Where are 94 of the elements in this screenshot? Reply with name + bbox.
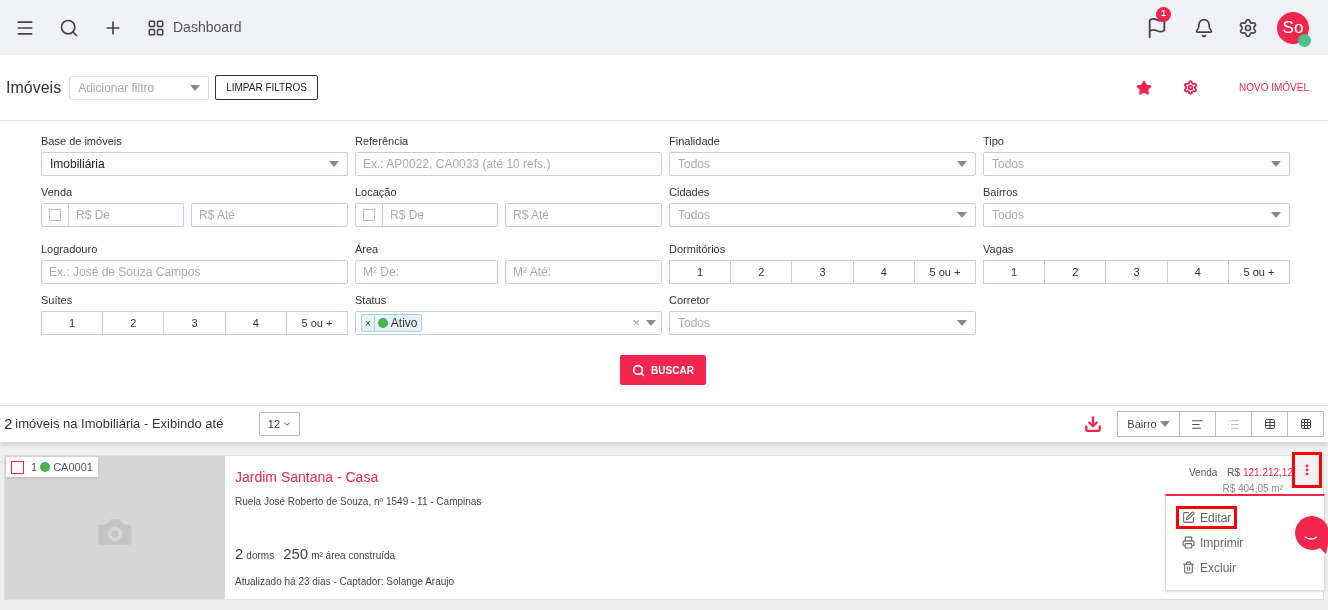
area-unit: m² área construída [311, 548, 396, 563]
property-address: Ruela José Roberto de Souza, nº 1549 - 11 - Campinas [235, 495, 483, 509]
property-number: 1 [31, 459, 38, 475]
edit-icon [1182, 511, 1195, 524]
field-label: Venda [41, 186, 74, 199]
caret-icon [190, 84, 201, 91]
caret-icon [646, 320, 656, 326]
option-button[interactable]: 2 [102, 311, 165, 335]
option-button[interactable]: 3 [1105, 260, 1168, 284]
trash-icon [1182, 561, 1195, 574]
text-field[interactable]: Ex.: AP0022, CA0033 (até 10 refs.) [355, 152, 662, 176]
field-label: Logradouro [41, 243, 99, 256]
search-button[interactable]: BUSCAR [620, 355, 706, 385]
dashboard-link[interactable]: Dashboard [147, 17, 242, 38]
field-label: Locação [355, 186, 398, 199]
caret-icon [957, 212, 967, 218]
notification-badge: 1 [1156, 6, 1171, 22]
caret-icon [957, 320, 967, 326]
flag-icon[interactable] [1146, 16, 1168, 39]
field-label: Status [355, 294, 388, 307]
option-button[interactable]: 3 [791, 260, 854, 284]
field-label: Suítes [41, 294, 74, 307]
menu-item[interactable]: Editar [1176, 506, 1238, 529]
field-label: Finalidade [669, 135, 721, 148]
new-property-button[interactable]: NOVO IMÓVEL [1239, 80, 1309, 95]
grid-view-button[interactable] [1287, 411, 1324, 437]
option-button[interactable]: 5 ou + [285, 311, 348, 335]
option-button[interactable]: 4 [1166, 260, 1229, 284]
property-title[interactable]: Jardim Santana - Casa [235, 467, 379, 488]
table-icon [1263, 418, 1276, 430]
settings-icon[interactable] [1183, 80, 1198, 95]
checkbox[interactable] [363, 209, 375, 221]
chat-bubble-icon[interactable] [1294, 516, 1328, 554]
page-title: Imóveis [6, 77, 62, 98]
caret-icon [1159, 421, 1170, 427]
dorms-unit: dorms [246, 548, 275, 563]
status-select[interactable]: × Ativo × [355, 311, 662, 335]
grid-icon [1299, 418, 1312, 430]
menu-item[interactable]: Imprimir [1176, 531, 1250, 554]
option-button[interactable]: 4 [224, 311, 287, 335]
caret-icon [329, 161, 339, 167]
field-label: Dormitórios [669, 243, 727, 256]
option-button[interactable]: 4 [852, 260, 915, 284]
settings-icon[interactable] [1238, 17, 1258, 38]
download-icon[interactable] [1084, 415, 1102, 433]
star-icon[interactable] [1136, 79, 1152, 96]
field-label: Referência [355, 135, 410, 148]
results-summary: imóveis na Imobiliária - Exibindo até [15, 415, 224, 434]
select-field[interactable]: Imobiliária [41, 152, 348, 176]
search-icon [632, 363, 646, 377]
status-tag[interactable]: × Ativo [361, 314, 422, 332]
dorms-count: 2 [235, 543, 244, 564]
option-button[interactable]: 2 [1044, 260, 1107, 284]
option-button[interactable]: 1 [41, 311, 104, 335]
checkbox[interactable] [11, 460, 24, 474]
bell-icon[interactable] [1194, 17, 1214, 38]
price-per-m2: R$ 404,05 m² [1222, 482, 1283, 496]
option-button[interactable]: 1 [983, 260, 1046, 284]
price-label: Venda [1189, 466, 1218, 480]
option-button[interactable]: 3 [163, 311, 226, 335]
caret-icon [1271, 161, 1281, 167]
caret-icon [957, 161, 967, 167]
checkbox[interactable] [49, 209, 61, 221]
field-label: Área [355, 243, 380, 256]
clear-filters-button[interactable]: LIMPAR FILTROS [215, 75, 318, 100]
price: R$ 121.212,12 [1227, 466, 1293, 480]
results-count: 2 [4, 413, 13, 434]
text-field[interactable]: Ex.: José de Souza Campos [41, 260, 348, 284]
tree-icon [1191, 417, 1204, 431]
field-label: Corretor [669, 294, 711, 307]
tree-view-button[interactable] [1179, 411, 1216, 437]
option-button[interactable]: 2 [730, 260, 793, 284]
option-button[interactable]: 5 ou + [1227, 260, 1290, 284]
printer-icon [1182, 536, 1195, 549]
avatar[interactable]: So [1277, 11, 1309, 44]
menu-item[interactable]: Excluir [1176, 556, 1242, 579]
field-label: Bairros [983, 186, 1019, 199]
chevron-down-icon [282, 419, 293, 429]
field-label: Base de imóveis [41, 135, 123, 148]
area-value: 250 [283, 543, 309, 564]
option-button[interactable]: 1 [669, 260, 732, 284]
updated-info: Atualizado há 23 dias - Captador: Solange Araujo [235, 575, 456, 589]
search-icon[interactable] [59, 17, 79, 38]
table-view-button[interactable] [1251, 411, 1288, 437]
field-label: Vagas [983, 243, 1015, 256]
caret-icon [1271, 212, 1281, 218]
property-code: CA0001 [53, 459, 93, 475]
grid-icon [147, 18, 165, 37]
field-label: Tipo [983, 135, 1005, 148]
field-label: Cidades [669, 186, 711, 199]
sort-button[interactable]: Bairro [1117, 411, 1180, 437]
list-icon [1227, 417, 1240, 431]
per-page-select[interactable]: 12 [259, 412, 301, 436]
option-button[interactable]: 5 ou + [913, 260, 976, 284]
